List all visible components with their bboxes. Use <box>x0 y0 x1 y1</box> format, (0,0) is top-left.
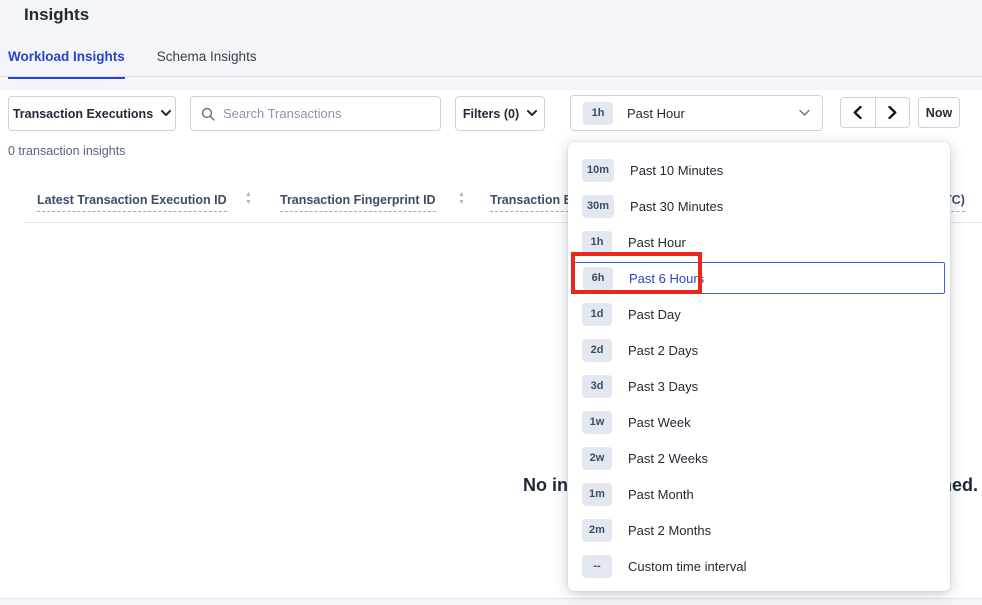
menu-item-past-30-minutes[interactable]: 30m Past 30 Minutes <box>568 188 950 224</box>
menu-item-label: Past Hour <box>628 235 686 250</box>
time-interval-label: Past Hour <box>627 106 685 121</box>
results-count: 0 transaction insights <box>8 144 125 158</box>
menu-item-past-2-weeks[interactable]: 2w Past 2 Weeks <box>568 440 950 476</box>
page-title: Insights <box>24 5 89 25</box>
chevron-down-icon <box>527 110 537 117</box>
interval-badge: 6h <box>583 267 613 290</box>
menu-item-past-hour[interactable]: 1h Past Hour <box>568 224 950 260</box>
tab-schema-insights[interactable]: Schema Insights <box>157 49 257 79</box>
page-bottom-strip <box>0 598 982 605</box>
interval-badge: 1h <box>582 231 612 254</box>
interval-badge: 2d <box>582 339 612 362</box>
menu-item-label: Past 6 Hours <box>629 271 704 286</box>
sort-icon[interactable]: ▲ ▼ <box>245 191 252 207</box>
menu-item-past-3-days[interactable]: 3d Past 3 Days <box>568 368 950 404</box>
interval-badge: -- <box>582 555 612 578</box>
column-header-transaction-execution-clipped[interactable]: Transaction Ex <box>490 193 579 212</box>
time-interval-badge: 1h <box>583 102 613 125</box>
chevron-left-icon <box>853 106 862 119</box>
menu-item-past-2-days[interactable]: 2d Past 2 Days <box>568 332 950 368</box>
menu-item-custom-time-interval[interactable]: -- Custom time interval <box>568 548 950 584</box>
sort-down-arrow: ▼ <box>245 199 252 207</box>
menu-item-label: Custom time interval <box>628 559 746 574</box>
page-header: Insights Workload Insights Schema Insigh… <box>0 0 982 90</box>
column-header-transaction-fingerprint-id[interactable]: Transaction Fingerprint ID <box>280 193 436 212</box>
interval-badge: 30m <box>582 195 614 218</box>
menu-item-label: Past Week <box>628 415 691 430</box>
menu-item-label: Past 10 Minutes <box>630 163 723 178</box>
chevron-down-icon <box>799 109 810 117</box>
interval-badge: 2m <box>582 519 612 542</box>
filters-dropdown[interactable]: Filters (0) <box>455 96 545 131</box>
sort-up-arrow: ▲ <box>458 191 465 199</box>
insights-page: Insights Workload Insights Schema Insigh… <box>0 0 982 605</box>
tab-workload-insights[interactable]: Workload Insights <box>8 49 125 79</box>
menu-item-past-week[interactable]: 1w Past Week <box>568 404 950 440</box>
time-interval-dropdown-menu: 10m Past 10 Minutes 30m Past 30 Minutes … <box>568 142 950 591</box>
empty-state-text-left: No in <box>523 475 568 496</box>
menu-item-past-6-hours[interactable]: 6h Past 6 Hours <box>573 262 945 294</box>
menu-item-label: Past 2 Weeks <box>628 451 708 466</box>
interval-badge: 10m <box>582 159 614 182</box>
menu-item-label: Past 30 Minutes <box>630 199 723 214</box>
column-header-latest-transaction-execution-id[interactable]: Latest Transaction Execution ID <box>37 193 227 212</box>
menu-item-label: Past Day <box>628 307 681 322</box>
menu-item-label: Past Month <box>628 487 694 502</box>
menu-item-past-day[interactable]: 1d Past Day <box>568 296 950 332</box>
search-box[interactable] <box>190 96 441 131</box>
view-type-dropdown[interactable]: Transaction Executions <box>8 96 176 131</box>
next-interval-button[interactable] <box>876 98 910 127</box>
chevron-right-icon <box>888 106 897 119</box>
tab-bar-divider <box>0 76 982 77</box>
sort-icon[interactable]: ▲ ▼ <box>458 191 465 207</box>
previous-interval-button[interactable] <box>841 98 876 127</box>
menu-item-label: Past 3 Days <box>628 379 698 394</box>
chevron-down-icon <box>161 110 171 117</box>
interval-badge: 2w <box>582 447 612 470</box>
time-range-stepper <box>840 97 910 128</box>
view-type-label: Transaction Executions <box>13 107 153 121</box>
search-icon <box>201 107 215 121</box>
tab-bar: Workload Insights Schema Insights <box>8 49 257 79</box>
interval-badge: 1m <box>582 483 612 506</box>
now-button[interactable]: Now <box>918 97 960 128</box>
menu-item-past-10-minutes[interactable]: 10m Past 10 Minutes <box>568 152 950 188</box>
search-input[interactable] <box>223 106 430 121</box>
menu-item-past-2-months[interactable]: 2m Past 2 Months <box>568 512 950 548</box>
sort-up-arrow: ▲ <box>245 191 252 199</box>
filters-label: Filters (0) <box>463 107 519 121</box>
interval-badge: 3d <box>582 375 612 398</box>
time-interval-select[interactable]: 1h Past Hour <box>570 95 823 131</box>
interval-badge: 1d <box>582 303 612 326</box>
menu-item-label: Past 2 Months <box>628 523 711 538</box>
sort-down-arrow: ▼ <box>458 199 465 207</box>
menu-item-past-month[interactable]: 1m Past Month <box>568 476 950 512</box>
menu-item-label: Past 2 Days <box>628 343 698 358</box>
interval-badge: 1w <box>582 411 612 434</box>
